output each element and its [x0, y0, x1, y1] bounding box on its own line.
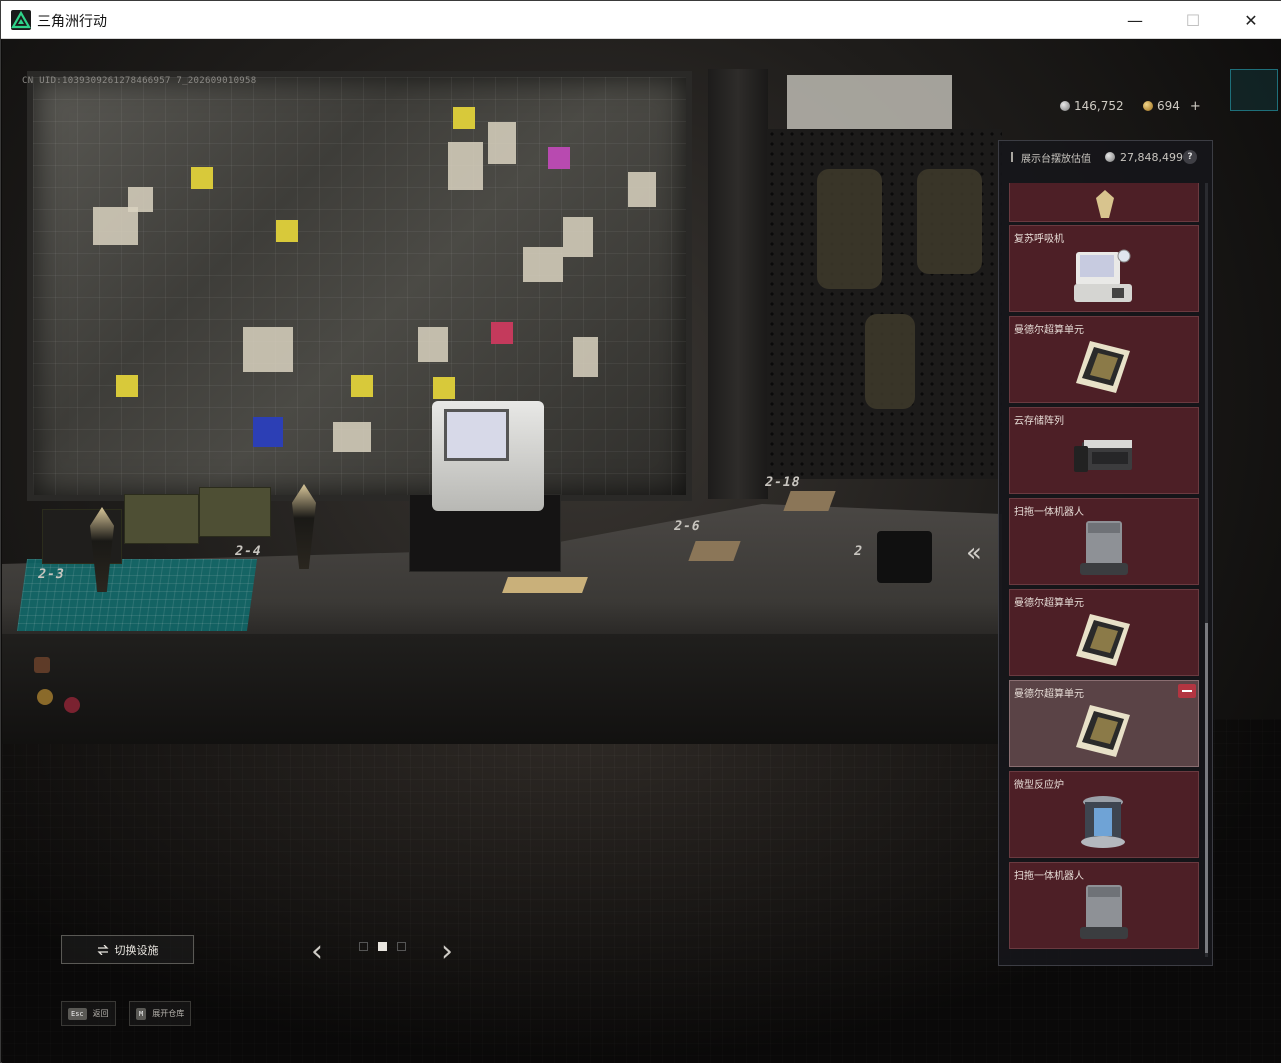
- badge-icon: [34, 657, 50, 673]
- item-label: 微型反应炉: [1014, 780, 1064, 791]
- chevron-right-icon: ›: [441, 934, 453, 969]
- slot-label: 2-3: [36, 567, 67, 582]
- esc-key-icon: Esc: [68, 1007, 87, 1020]
- player-uid: CN UID:1039309261278466957 7_20260901095…: [22, 76, 257, 86]
- list-item[interactable]: 扫拖一体机器人: [1009, 862, 1199, 949]
- add-currency-button[interactable]: +: [1190, 99, 1201, 114]
- switch-facility-button[interactable]: 切换设施: [61, 935, 194, 964]
- compute-unit-item[interactable]: [783, 491, 836, 511]
- pegboard-wall: [767, 129, 1002, 479]
- ventilator-item[interactable]: [432, 401, 544, 511]
- minimap-frame: [1230, 69, 1278, 111]
- reactor-icon: [1081, 796, 1125, 848]
- list-item[interactable]: 复苏呼吸机: [1009, 225, 1199, 312]
- robot-vacuum-icon: [1080, 521, 1128, 575]
- slot-label: 2-6: [672, 519, 703, 534]
- item-label: 曼德尔超算单元: [1014, 325, 1084, 336]
- close-button[interactable]: ✕: [1222, 1, 1280, 39]
- silver-currency: 146,752: [1060, 98, 1124, 114]
- storage-array-icon: [1074, 440, 1132, 472]
- valuation-value: 27,848,499: [1120, 150, 1183, 164]
- double-chevron-left-icon: «: [966, 538, 982, 568]
- list-item[interactable]: 曼德尔超算单元: [1009, 589, 1199, 676]
- title-bar: 三角洲行动 — ☐ ✕: [1, 1, 1281, 39]
- ammo-crate[interactable]: [199, 487, 271, 537]
- page-dot-1[interactable]: [359, 942, 368, 951]
- medal-icon: [64, 697, 80, 713]
- page-dot-2[interactable]: [378, 942, 387, 951]
- slot-label: 2-4: [233, 544, 264, 559]
- trophy-icon: [1096, 190, 1114, 218]
- open-warehouse-hint-button[interactable]: M 展开仓库: [129, 1001, 192, 1026]
- wall-pillar: [708, 69, 768, 499]
- window-title: 三角洲行动: [37, 14, 107, 30]
- valuation-label: 展示台摆放估值: [1021, 153, 1091, 165]
- back-hint-label: 返回: [92, 1009, 109, 1018]
- back-hint-button[interactable]: Esc 返回: [61, 1001, 116, 1026]
- ammo-crate[interactable]: [124, 494, 199, 544]
- item-list[interactable]: 复苏呼吸机 曼德尔超算单元 云存储阵列 扫拖一体机器人 曼德尔超算单元 曼德尔超…: [1009, 183, 1201, 957]
- m-key-icon: M: [136, 1007, 147, 1020]
- switch-facility-label: 切换设施: [114, 943, 159, 957]
- storage-array-item[interactable]: [877, 531, 932, 583]
- gold-currency: 694 +: [1143, 98, 1201, 114]
- chevron-left-icon: ‹: [311, 934, 323, 969]
- prev-page-button[interactable]: ‹: [311, 934, 323, 969]
- collapse-panel-button[interactable]: «: [966, 538, 982, 568]
- robot-vacuum-icon: [1080, 885, 1128, 939]
- list-item[interactable]: 微型反应炉: [1009, 771, 1199, 858]
- display-items-panel: 展示台摆放估值 27,848,499 ? 复苏呼吸机 曼德尔超算单元 云存储阵列…: [998, 140, 1213, 966]
- silver-coin-icon: [1105, 152, 1115, 162]
- gold-amount: 694: [1157, 99, 1180, 113]
- gold-coin-icon: [1143, 101, 1153, 111]
- game-window: 三角洲行动 — ☐ ✕ 2-3 2-4 2-6 2-18 2 CN UID:10…: [0, 0, 1281, 1063]
- shelf-tag: [502, 577, 588, 593]
- list-scrollbar[interactable]: [1205, 183, 1208, 957]
- bowl-icon: [37, 689, 53, 705]
- app-logo-icon: [11, 10, 31, 30]
- silver-amount: 146,752: [1074, 99, 1124, 113]
- item-label: 复苏呼吸机: [1014, 234, 1064, 245]
- compute-unit-icon: [1076, 614, 1130, 666]
- display-room-scene[interactable]: 2-3 2-4 2-6 2-18 2 CN UID:10393092612784…: [2, 39, 1281, 1063]
- compute-unit-icon: [1076, 341, 1130, 393]
- list-item-selected[interactable]: 曼德尔超算单元: [1009, 680, 1199, 767]
- item-label: 云存储阵列: [1014, 416, 1064, 427]
- next-page-button[interactable]: ›: [441, 934, 453, 969]
- slot-label: 2-18: [763, 475, 802, 490]
- item-label: 曼德尔超算单元: [1014, 598, 1084, 609]
- list-item[interactable]: [1009, 183, 1199, 222]
- scroll-thumb[interactable]: [1205, 623, 1208, 953]
- help-button[interactable]: ?: [1183, 150, 1197, 164]
- compute-unit-item[interactable]: [688, 541, 741, 561]
- item-label: 扫拖一体机器人: [1014, 507, 1084, 518]
- swap-icon: [96, 944, 109, 955]
- silver-coin-icon: [1060, 101, 1070, 111]
- open-warehouse-label: 展开仓库: [152, 1009, 185, 1018]
- panel-header: 展示台摆放估值 27,848,499 ?: [999, 141, 1212, 173]
- intel-map-board: [27, 71, 692, 501]
- list-item[interactable]: 曼德尔超算单元: [1009, 316, 1199, 403]
- item-label: 扫拖一体机器人: [1014, 871, 1084, 882]
- compute-unit-icon: [1076, 705, 1130, 757]
- maximize-button[interactable]: ☐: [1164, 1, 1222, 39]
- minimize-button[interactable]: —: [1106, 1, 1164, 39]
- remove-item-button[interactable]: [1178, 684, 1196, 698]
- item-label: 曼德尔超算单元: [1014, 689, 1084, 700]
- ventilator-icon: [1074, 249, 1132, 302]
- page-dot-3[interactable]: [397, 942, 406, 951]
- list-item[interactable]: 云存储阵列: [1009, 407, 1199, 494]
- list-item[interactable]: 扫拖一体机器人: [1009, 498, 1199, 585]
